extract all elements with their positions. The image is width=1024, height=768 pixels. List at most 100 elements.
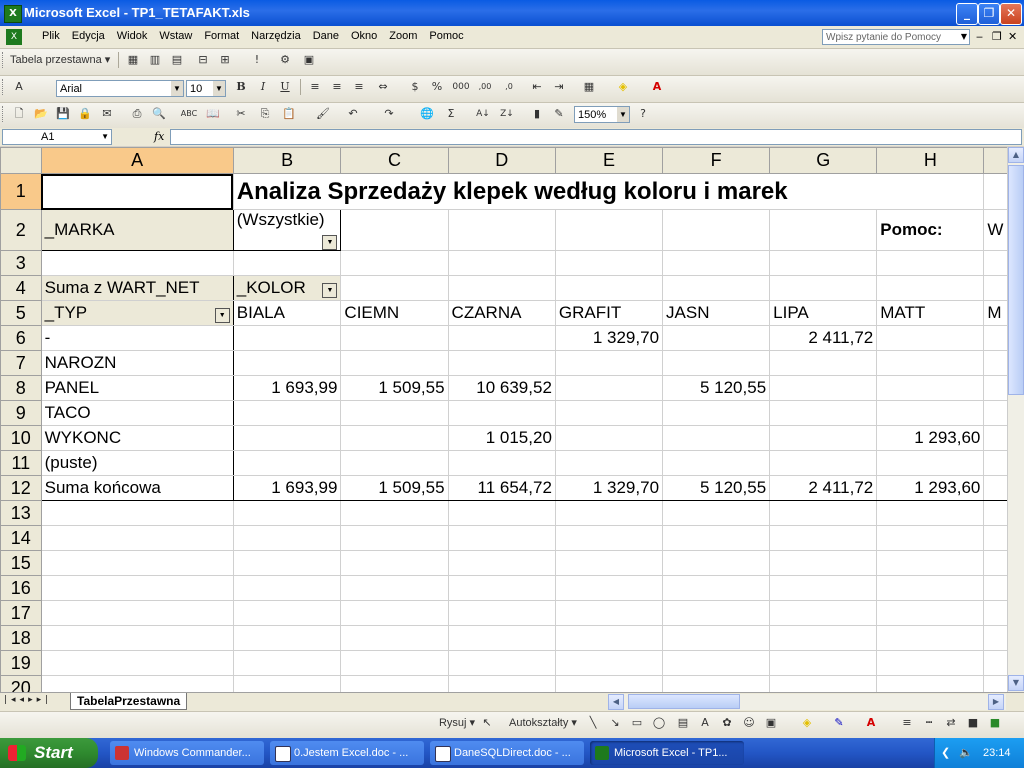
row-header[interactable]: 4 [0, 275, 42, 301]
cell[interactable] [447, 275, 556, 301]
field-settings-icon[interactable]: ⚙ [276, 51, 294, 69]
menu-pomoc[interactable]: Pomoc [423, 30, 469, 42]
value-cell[interactable] [232, 450, 342, 476]
value-cell[interactable] [769, 400, 878, 426]
paste-icon[interactable]: 📋 [280, 105, 298, 123]
value-cell[interactable] [232, 325, 342, 351]
font-size-select[interactable]: 10 ▼ [186, 80, 226, 97]
italic-button[interactable]: I [254, 78, 272, 96]
row-label[interactable]: PANEL [40, 375, 234, 401]
minimize-button[interactable]: _ [956, 3, 978, 25]
row-header[interactable]: 6 [0, 325, 42, 351]
oval-icon[interactable]: ◯ [650, 714, 668, 732]
value-cell[interactable] [340, 425, 449, 451]
menu-wstaw[interactable]: Wstaw [153, 30, 198, 42]
cell[interactable] [340, 250, 449, 276]
value-cell[interactable] [232, 350, 342, 376]
close-button[interactable]: ✕ [1000, 3, 1022, 25]
cell[interactable] [769, 209, 878, 251]
hide-detail-icon[interactable]: ⊟ [194, 51, 212, 69]
value-cell[interactable] [340, 325, 449, 351]
cell[interactable] [554, 209, 664, 251]
value-cell[interactable] [447, 450, 556, 476]
task-excel[interactable]: Microsoft Excel - TP1... [590, 741, 744, 765]
color-header[interactable]: MATT [876, 300, 985, 326]
row-header[interactable]: 14 [0, 525, 42, 551]
value-cell[interactable]: 1 293,60 [876, 425, 985, 451]
cell-a1[interactable] [40, 173, 234, 210]
cell[interactable] [662, 275, 771, 301]
row-label[interactable]: (puste) [40, 450, 234, 476]
align-left-icon[interactable]: ≡ [306, 78, 324, 96]
value-cell[interactable]: 5 120,55 [662, 375, 771, 401]
autosum-icon[interactable]: Σ [442, 105, 460, 123]
color-header[interactable]: BIALA [232, 300, 342, 326]
new-file-icon[interactable]: 🗋 [10, 105, 28, 123]
value-cell[interactable] [447, 350, 556, 376]
menu-zoom[interactable]: Zoom [383, 30, 423, 42]
value-cell[interactable] [447, 325, 556, 351]
value-cell[interactable]: 1 329,70 [554, 325, 664, 351]
value-cell[interactable] [662, 400, 771, 426]
grand-total-label[interactable]: Suma końcowa [40, 475, 234, 501]
value-cell[interactable] [232, 425, 342, 451]
row-header[interactable]: 12 [0, 475, 42, 501]
draw-menu[interactable]: Rysuj ▾ [432, 714, 482, 732]
total-cell[interactable]: 1 509,55 [340, 475, 449, 501]
pivot-table-menu[interactable]: Tabela przestawna ▾ [10, 51, 116, 69]
row-header[interactable]: 10 [0, 425, 42, 451]
clipart-icon[interactable]: ☺ [740, 714, 758, 732]
print-preview-icon[interactable]: 🔍 [150, 105, 168, 123]
value-cell[interactable] [447, 400, 556, 426]
column-header-h[interactable]: H [876, 147, 985, 174]
row-header[interactable]: 13 [0, 500, 42, 526]
sort-ascending-icon[interactable]: A↓ [474, 105, 492, 123]
fill-color-icon[interactable]: ◈ [798, 714, 816, 732]
column-header-e[interactable]: E [554, 147, 664, 174]
total-cell[interactable]: 1 693,99 [232, 475, 342, 501]
row-header[interactable]: 19 [0, 650, 42, 676]
row-header[interactable]: 1 [0, 173, 42, 210]
value-cell[interactable] [769, 350, 878, 376]
row-label[interactable]: - [40, 325, 234, 351]
font-color-icon[interactable]: A [862, 714, 880, 732]
dropdown-arrow-icon[interactable]: ▼ [322, 235, 338, 250]
page-field-marka[interactable]: _MARKA [40, 209, 234, 251]
report-title[interactable]: Analiza Sprzedaży klepek według koloru i… [232, 173, 985, 210]
cell[interactable] [769, 275, 878, 301]
value-cell[interactable] [876, 350, 985, 376]
dash-style-icon[interactable]: ┅ [920, 714, 938, 732]
value-cell[interactable] [554, 375, 664, 401]
total-cell[interactable]: 11 654,72 [447, 475, 556, 501]
scroll-down-icon[interactable]: ▼ [1008, 675, 1024, 691]
row-header[interactable]: 8 [0, 375, 42, 401]
task-word-doc-1[interactable]: 0.Jestem Excel.doc - ... [270, 741, 424, 765]
row-header[interactable]: 11 [0, 450, 42, 476]
drawing-icon[interactable]: ✎ [550, 105, 568, 123]
align-center-icon[interactable]: ≡ [328, 78, 346, 96]
help-dropdown-icon[interactable]: ▼ [958, 30, 970, 44]
pivot-wizard-icon[interactable]: ▤ [168, 51, 186, 69]
value-cell[interactable] [662, 350, 771, 376]
cell[interactable] [876, 275, 985, 301]
borders-icon[interactable]: ▦ [580, 78, 598, 96]
line-style-icon[interactable]: ≡ [898, 714, 916, 732]
dropdown-arrow-icon[interactable]: ▼ [322, 283, 338, 298]
row-header[interactable]: 7 [0, 350, 42, 376]
row-header[interactable]: 5 [0, 300, 42, 326]
cell[interactable] [554, 275, 664, 301]
column-header-a[interactable]: A [40, 147, 234, 174]
print-icon[interactable]: ⎙ [128, 105, 146, 123]
insert-function-icon[interactable]: fx [154, 130, 164, 143]
pomoc-label[interactable]: Pomoc: [876, 209, 985, 251]
email-icon[interactable]: ✉ [98, 105, 116, 123]
total-cell[interactable]: 2 411,72 [769, 475, 878, 501]
value-cell[interactable] [769, 450, 878, 476]
worksheet-grid[interactable]: A B C D E F G H 1 Analiza Sprzedaży klep… [0, 147, 1024, 693]
toolbar-grip[interactable] [2, 52, 6, 68]
font-name-select[interactable]: Arial ▼ [56, 80, 184, 97]
value-cell[interactable] [554, 350, 664, 376]
save-icon[interactable]: 💾 [54, 105, 72, 123]
row-header[interactable]: 3 [0, 250, 42, 276]
increase-indent-icon[interactable]: ⇥ [550, 78, 568, 96]
